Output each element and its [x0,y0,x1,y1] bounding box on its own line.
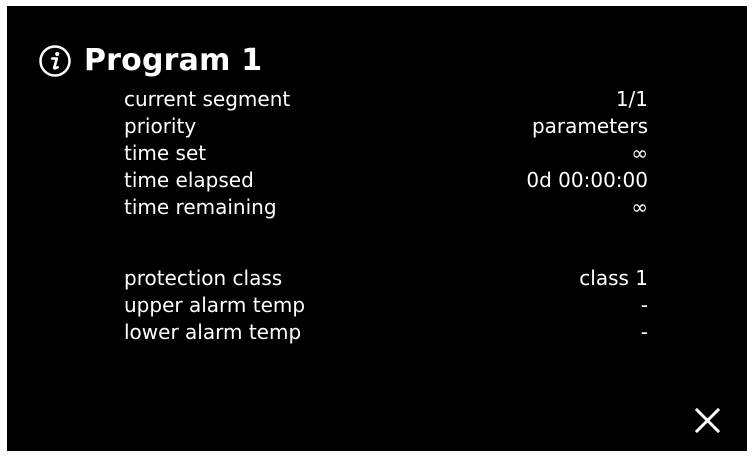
info-row-time-elapsed: time elapsed 0d 00:00:00 [124,167,648,194]
info-value: - [640,293,648,317]
info-value: parameters [531,114,648,138]
info-value: ∞ [631,195,648,219]
info-label: current segment [124,87,291,111]
info-value: ∞ [631,141,648,165]
info-value: 1/1 [615,87,648,111]
close-icon [694,407,721,434]
info-row-time-remaining: time remaining ∞ [124,194,648,221]
page-title: Program 1 [84,43,263,78]
info-row-time-set: time set ∞ [124,140,648,167]
info-row-current-segment: current segment 1/1 [124,86,648,113]
info-icon [38,44,72,78]
info-label: time set [124,141,207,165]
info-label: protection class [124,266,283,290]
program-info-screen: Program 1 current segment 1/1 priority p… [7,6,747,451]
info-value: 0d 00:00:00 [526,168,648,192]
info-row-priority: priority parameters [124,113,648,140]
info-value: - [640,320,648,344]
close-button[interactable] [686,399,724,437]
header: Program 1 [38,41,262,81]
info-row-upper-alarm-temp: upper alarm temp - [124,292,648,319]
info-label: lower alarm temp [124,320,302,344]
info-label: time elapsed [124,168,254,192]
info-label: priority [124,114,197,138]
info-row-protection-class: protection class class 1 [124,265,648,292]
info-label: time remaining [124,195,277,219]
info-row-lower-alarm-temp: lower alarm temp - [124,319,648,346]
info-value: class 1 [579,266,648,290]
info-label: upper alarm temp [124,293,306,317]
info-list: current segment 1/1 priority parameters … [124,86,648,346]
